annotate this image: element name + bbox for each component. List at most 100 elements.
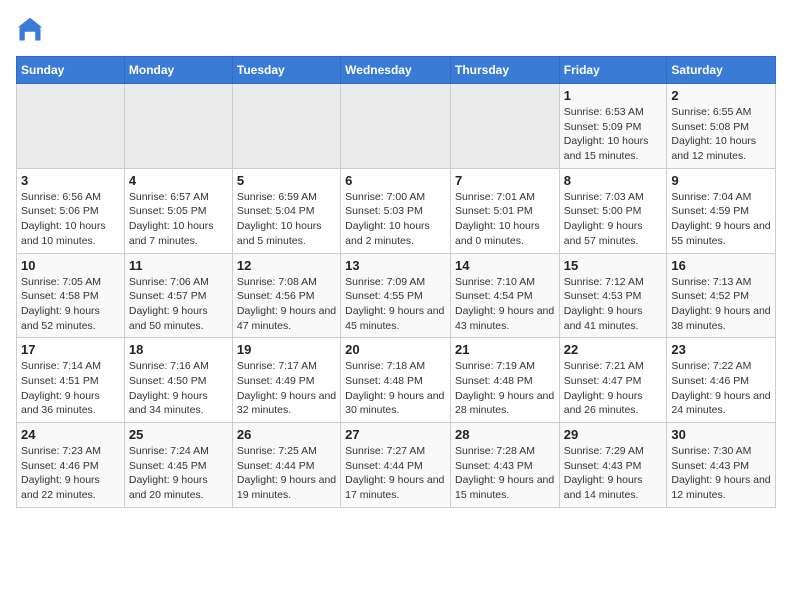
calendar-cell: 19 Sunrise: 7:17 AM Sunset: 4:49 PM Dayli…	[232, 338, 340, 423]
day-info: Sunrise: 6:53 AM Sunset: 5:09 PM Dayligh…	[564, 105, 663, 164]
day-number: 26	[237, 427, 336, 442]
day-info: Sunrise: 6:55 AM Sunset: 5:08 PM Dayligh…	[671, 105, 771, 164]
calendar-cell: 27 Sunrise: 7:27 AM Sunset: 4:44 PM Dayli…	[341, 423, 451, 508]
calendar-cell: 15Sunrise: 7:12 AM Sunset: 4:53 PM Dayli…	[559, 253, 667, 338]
day-number: 15	[564, 258, 663, 273]
day-info: Sunrise: 7:06 AM Sunset: 4:57 PM Dayligh…	[129, 275, 228, 334]
calendar-cell: 26 Sunrise: 7:25 AM Sunset: 4:44 PM Dayli…	[232, 423, 340, 508]
day-info: Sunrise: 7:23 AM Sunset: 4:46 PM Dayligh…	[21, 444, 120, 503]
day-number: 20	[345, 342, 446, 357]
day-number: 2	[671, 88, 771, 103]
day-number: 23	[671, 342, 771, 357]
calendar-cell: 4 Sunrise: 6:57 AM Sunset: 5:05 PM Daylig…	[124, 168, 232, 253]
day-number: 29	[564, 427, 663, 442]
calendar-cell: 8 Sunrise: 7:03 AM Sunset: 5:00 PM Daylig…	[559, 168, 667, 253]
calendar-cell: 25 Sunrise: 7:24 AM Sunset: 4:45 PM Dayli…	[124, 423, 232, 508]
day-info: Sunrise: 7:14 AM Sunset: 4:51 PM Dayligh…	[21, 359, 120, 418]
calendar-cell: 13Sunrise: 7:09 AM Sunset: 4:55 PM Dayli…	[341, 253, 451, 338]
calendar-cell: 20 Sunrise: 7:18 AM Sunset: 4:48 PM Dayli…	[341, 338, 451, 423]
day-header-friday: Friday	[559, 57, 667, 84]
calendar-table: SundayMondayTuesdayWednesdayThursdayFrid…	[16, 56, 776, 508]
day-number: 14	[455, 258, 555, 273]
day-info: Sunrise: 7:05 AM Sunset: 4:58 PM Dayligh…	[21, 275, 120, 334]
day-info: Sunrise: 7:22 AM Sunset: 4:46 PM Dayligh…	[671, 359, 771, 418]
page-header	[16, 16, 776, 44]
day-info: Sunrise: 6:57 AM Sunset: 5:05 PM Dayligh…	[129, 190, 228, 249]
calendar-cell: 11Sunrise: 7:06 AM Sunset: 4:57 PM Dayli…	[124, 253, 232, 338]
day-number: 24	[21, 427, 120, 442]
day-number: 19	[237, 342, 336, 357]
day-number: 7	[455, 173, 555, 188]
day-info: Sunrise: 7:03 AM Sunset: 5:00 PM Dayligh…	[564, 190, 663, 249]
calendar-cell: 21 Sunrise: 7:19 AM Sunset: 4:48 PM Dayli…	[450, 338, 559, 423]
calendar-cell: 29 Sunrise: 7:29 AM Sunset: 4:43 PM Dayli…	[559, 423, 667, 508]
day-info: Sunrise: 7:30 AM Sunset: 4:43 PM Dayligh…	[671, 444, 771, 503]
day-header-wednesday: Wednesday	[341, 57, 451, 84]
calendar-cell: 10 Sunrise: 7:05 AM Sunset: 4:58 PM Dayli…	[17, 253, 125, 338]
calendar-cell	[341, 84, 451, 169]
logo-icon	[16, 16, 44, 44]
day-number: 21	[455, 342, 555, 357]
calendar-cell: 30 Sunrise: 7:30 AM Sunset: 4:43 PM Dayli…	[667, 423, 776, 508]
calendar-cell: 3 Sunrise: 6:56 AM Sunset: 5:06 PM Daylig…	[17, 168, 125, 253]
day-info: Sunrise: 7:17 AM Sunset: 4:49 PM Dayligh…	[237, 359, 336, 418]
calendar-cell: 7 Sunrise: 7:01 AM Sunset: 5:01 PM Daylig…	[450, 168, 559, 253]
calendar-cell	[232, 84, 340, 169]
day-number: 17	[21, 342, 120, 357]
week-row-1: 1 Sunrise: 6:53 AM Sunset: 5:09 PM Daylig…	[17, 84, 776, 169]
calendar-cell: 24 Sunrise: 7:23 AM Sunset: 4:46 PM Dayli…	[17, 423, 125, 508]
calendar-cell: 14 Sunrise: 7:10 AM Sunset: 4:54 PM Dayli…	[450, 253, 559, 338]
day-number: 25	[129, 427, 228, 442]
calendar-cell: 1 Sunrise: 6:53 AM Sunset: 5:09 PM Daylig…	[559, 84, 667, 169]
calendar-cell: 2 Sunrise: 6:55 AM Sunset: 5:08 PM Daylig…	[667, 84, 776, 169]
day-info: Sunrise: 7:25 AM Sunset: 4:44 PM Dayligh…	[237, 444, 336, 503]
day-number: 9	[671, 173, 771, 188]
calendar-cell: 17 Sunrise: 7:14 AM Sunset: 4:51 PM Dayli…	[17, 338, 125, 423]
header-row: SundayMondayTuesdayWednesdayThursdayFrid…	[17, 57, 776, 84]
day-info: Sunrise: 7:13 AM Sunset: 4:52 PM Dayligh…	[671, 275, 771, 334]
day-header-saturday: Saturday	[667, 57, 776, 84]
day-number: 27	[345, 427, 446, 442]
day-info: Sunrise: 7:04 AM Sunset: 4:59 PM Dayligh…	[671, 190, 771, 249]
day-info: Sunrise: 7:00 AM Sunset: 5:03 PM Dayligh…	[345, 190, 446, 249]
day-number: 18	[129, 342, 228, 357]
calendar-cell: 12 Sunrise: 7:08 AM Sunset: 4:56 PM Dayli…	[232, 253, 340, 338]
day-number: 1	[564, 88, 663, 103]
day-info: Sunrise: 7:16 AM Sunset: 4:50 PM Dayligh…	[129, 359, 228, 418]
day-header-monday: Monday	[124, 57, 232, 84]
day-number: 12	[237, 258, 336, 273]
day-info: Sunrise: 7:27 AM Sunset: 4:44 PM Dayligh…	[345, 444, 446, 503]
day-info: Sunrise: 7:18 AM Sunset: 4:48 PM Dayligh…	[345, 359, 446, 418]
week-row-2: 3 Sunrise: 6:56 AM Sunset: 5:06 PM Daylig…	[17, 168, 776, 253]
day-info: Sunrise: 7:10 AM Sunset: 4:54 PM Dayligh…	[455, 275, 555, 334]
day-number: 8	[564, 173, 663, 188]
calendar-cell: 5Sunrise: 6:59 AM Sunset: 5:04 PM Daylig…	[232, 168, 340, 253]
day-number: 16	[671, 258, 771, 273]
day-number: 10	[21, 258, 120, 273]
calendar-cell: 9 Sunrise: 7:04 AM Sunset: 4:59 PM Daylig…	[667, 168, 776, 253]
day-info: Sunrise: 7:24 AM Sunset: 4:45 PM Dayligh…	[129, 444, 228, 503]
calendar-cell: 16 Sunrise: 7:13 AM Sunset: 4:52 PM Dayli…	[667, 253, 776, 338]
day-info: Sunrise: 7:21 AM Sunset: 4:47 PM Dayligh…	[564, 359, 663, 418]
calendar-cell: 18 Sunrise: 7:16 AM Sunset: 4:50 PM Dayli…	[124, 338, 232, 423]
calendar-cell: 23 Sunrise: 7:22 AM Sunset: 4:46 PM Dayli…	[667, 338, 776, 423]
calendar-cell: 6 Sunrise: 7:00 AM Sunset: 5:03 PM Daylig…	[341, 168, 451, 253]
day-number: 3	[21, 173, 120, 188]
day-info: Sunrise: 7:19 AM Sunset: 4:48 PM Dayligh…	[455, 359, 555, 418]
day-number: 6	[345, 173, 446, 188]
day-info: Sunrise: 7:01 AM Sunset: 5:01 PM Dayligh…	[455, 190, 555, 249]
day-info: Sunrise: 7:09 AM Sunset: 4:55 PM Dayligh…	[345, 275, 446, 334]
calendar-cell	[17, 84, 125, 169]
day-info: Sunrise: 7:28 AM Sunset: 4:43 PM Dayligh…	[455, 444, 555, 503]
day-info: Sunrise: 7:29 AM Sunset: 4:43 PM Dayligh…	[564, 444, 663, 503]
week-row-4: 17 Sunrise: 7:14 AM Sunset: 4:51 PM Dayli…	[17, 338, 776, 423]
day-header-thursday: Thursday	[450, 57, 559, 84]
day-info: Sunrise: 6:56 AM Sunset: 5:06 PM Dayligh…	[21, 190, 120, 249]
week-row-3: 10 Sunrise: 7:05 AM Sunset: 4:58 PM Dayli…	[17, 253, 776, 338]
day-number: 30	[671, 427, 771, 442]
calendar-cell	[450, 84, 559, 169]
day-number: 4	[129, 173, 228, 188]
day-info: Sunrise: 7:08 AM Sunset: 4:56 PM Dayligh…	[237, 275, 336, 334]
week-row-5: 24 Sunrise: 7:23 AM Sunset: 4:46 PM Dayli…	[17, 423, 776, 508]
calendar-cell: 22Sunrise: 7:21 AM Sunset: 4:47 PM Dayli…	[559, 338, 667, 423]
